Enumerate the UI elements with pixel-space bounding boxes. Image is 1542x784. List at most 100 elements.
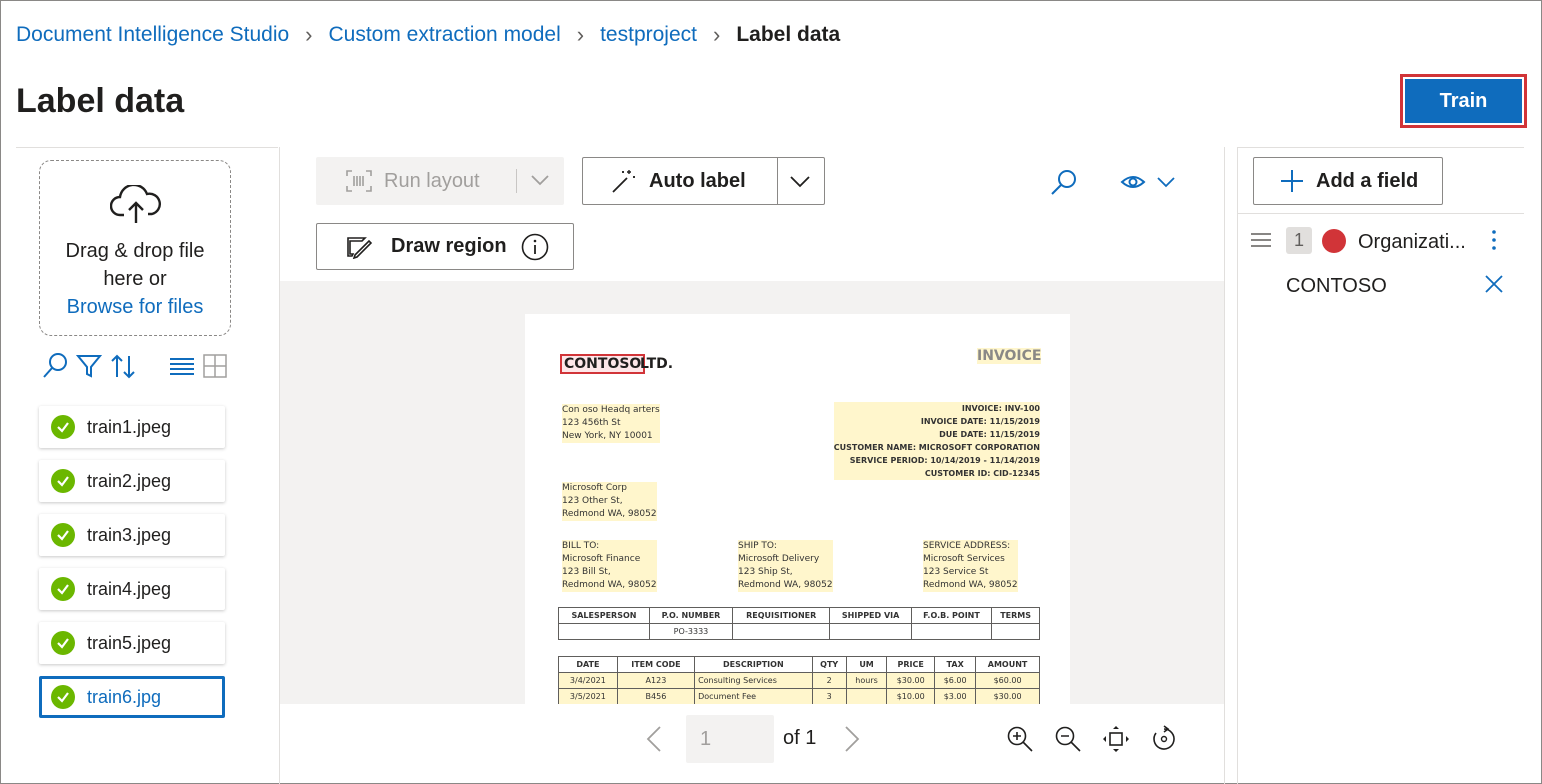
bill-to-block: BILL TO: Microsoft Finance 123 Bill St, … [562,540,657,592]
remit-address: Microsoft Corp 123 Other St, Redmond WA,… [562,482,657,521]
checkmark-circle-icon [51,577,75,601]
draw-region-button[interactable]: Draw region [316,223,574,270]
file-dropzone[interactable]: Drag & drop file here or Browse for file… [39,160,231,336]
table-cell [558,623,650,640]
page-count: of 1 [783,727,817,749]
table-cell: B456 [616,688,696,704]
auto-label-button[interactable]: Auto label [582,157,825,205]
grid-view-icon[interactable] [202,352,228,380]
divider [16,147,278,148]
page-number-input[interactable]: 1 [686,715,774,763]
chevron-down-icon[interactable] [789,173,811,189]
close-icon[interactable] [1484,274,1504,294]
field-name: Organizati... [1358,231,1466,253]
dropzone-text: Drag & drop file here or [65,240,205,290]
file-item[interactable]: train1.jpeg [39,406,225,448]
file-name: train4.jpeg [87,578,172,599]
table-cell: Consulting Services [694,672,813,689]
divider [1238,213,1524,214]
chevron-right-icon: › [576,22,585,47]
file-name: train6.jpg [87,686,162,707]
breadcrumb-current: Label data [736,23,841,46]
file-name: train5.jpeg [87,632,172,653]
file-item[interactable]: train5.jpeg [39,622,225,664]
run-layout-label: Run layout [384,169,480,192]
breadcrumb-studio[interactable]: Document Intelligence Studio [16,23,289,47]
fit-to-page-icon[interactable] [1102,725,1130,753]
zoom-in-icon[interactable] [1006,725,1034,753]
add-field-button[interactable]: Add a field [1253,157,1443,205]
company-address: Con oso Headq arters 123 456th St New Yo… [562,404,660,443]
table-cell: DATE [558,656,618,673]
checkmark-circle-icon [51,685,75,709]
drag-handle-icon[interactable] [1250,232,1272,248]
zoom-out-icon[interactable] [1054,725,1082,753]
table-cell: $3.00 [934,688,977,704]
table-cell: AMOUNT [975,656,1040,673]
table-cell: TAX [934,656,977,673]
more-options-icon[interactable] [1490,228,1498,252]
table-cell: A123 [616,672,696,689]
table-cell: $60.00 [975,672,1040,689]
table-cell [731,623,831,640]
table-cell: 3 [811,688,847,704]
file-name: train1.jpeg [87,416,172,437]
file-name: train3.jpeg [87,524,172,545]
invoice-details: INVOICE: INV-100 INVOICE DATE: 11/15/201… [833,402,1040,480]
sort-icon[interactable] [110,352,136,380]
breadcrumb: Document Intelligence Studio › Custom ex… [16,22,840,48]
filter-icon[interactable] [76,352,102,380]
file-item[interactable]: train4.jpeg [39,568,225,610]
table-cell [910,623,993,640]
visibility-dropdown[interactable] [1120,172,1178,197]
table-cell: SALESPERSON [558,607,650,624]
table-cell: Document Fee [694,688,813,704]
invoice-title: INVOICE [977,348,1042,364]
breadcrumb-project[interactable]: testproject [600,23,697,47]
field-color-dot[interactable] [1322,229,1346,253]
file-item-selected[interactable]: train6.jpg [39,676,225,718]
labeled-region-contoso[interactable]: CONTOSO [560,354,646,374]
magic-wand-icon [612,170,635,193]
field-row[interactable]: 1 Organizati... [1238,222,1524,262]
field-value: CONTOSO [1286,275,1387,297]
company-suffix: LTD. [640,356,674,372]
table-cell [829,623,912,640]
line-items-table: DATE ITEM CODE DESCRIPTION QTY UM PRICE … [558,656,1040,704]
train-button[interactable]: Train [1405,79,1522,123]
run-layout-button[interactable]: Run layout [316,157,564,205]
list-view-icon[interactable] [168,352,196,380]
previous-page-icon[interactable] [644,725,664,753]
document-canvas[interactable]: CONTOSO LTD. INVOICE Con oso Headq arter… [280,281,1224,704]
ship-to-block: SHIP TO: Microsoft Delivery 123 Ship St,… [738,540,833,592]
page-navigation: 1 of 1 [280,705,1224,775]
chevron-right-icon: › [712,22,721,47]
file-item[interactable]: train3.jpeg [39,514,225,556]
browse-files-link[interactable]: Browse for files [40,293,230,321]
table-cell: PO-3333 [648,623,733,640]
document-page: CONTOSO LTD. INVOICE Con oso Headq arter… [525,314,1070,704]
table-cell: TERMS [991,607,1040,624]
table-cell: $30.00 [975,688,1040,704]
table-cell: 3/4/2021 [558,672,618,689]
page-title: Label data [16,82,185,120]
table-cell: $6.00 [934,672,977,689]
next-page-icon[interactable] [842,725,862,753]
rotate-icon[interactable] [1150,725,1178,753]
file-item[interactable]: train2.jpeg [39,460,225,502]
chevron-down-icon[interactable] [530,173,550,187]
cloud-upload-icon [110,185,161,223]
table-cell [991,623,1040,640]
split-divider [516,169,517,193]
field-index-badge: 1 [1286,227,1312,254]
info-icon[interactable] [521,233,549,261]
table-cell: hours [845,672,888,689]
table-cell: F.O.B. POINT [910,607,993,624]
table-cell: QTY [811,656,847,673]
breadcrumb-custom-model[interactable]: Custom extraction model [329,23,561,47]
search-icon[interactable] [42,352,68,380]
search-icon[interactable] [1050,168,1078,196]
file-name: train2.jpeg [87,470,172,491]
po-table: SALESPERSON P.O. NUMBER REQUISITIONER SH… [558,607,1040,640]
scan-icon [346,170,372,192]
